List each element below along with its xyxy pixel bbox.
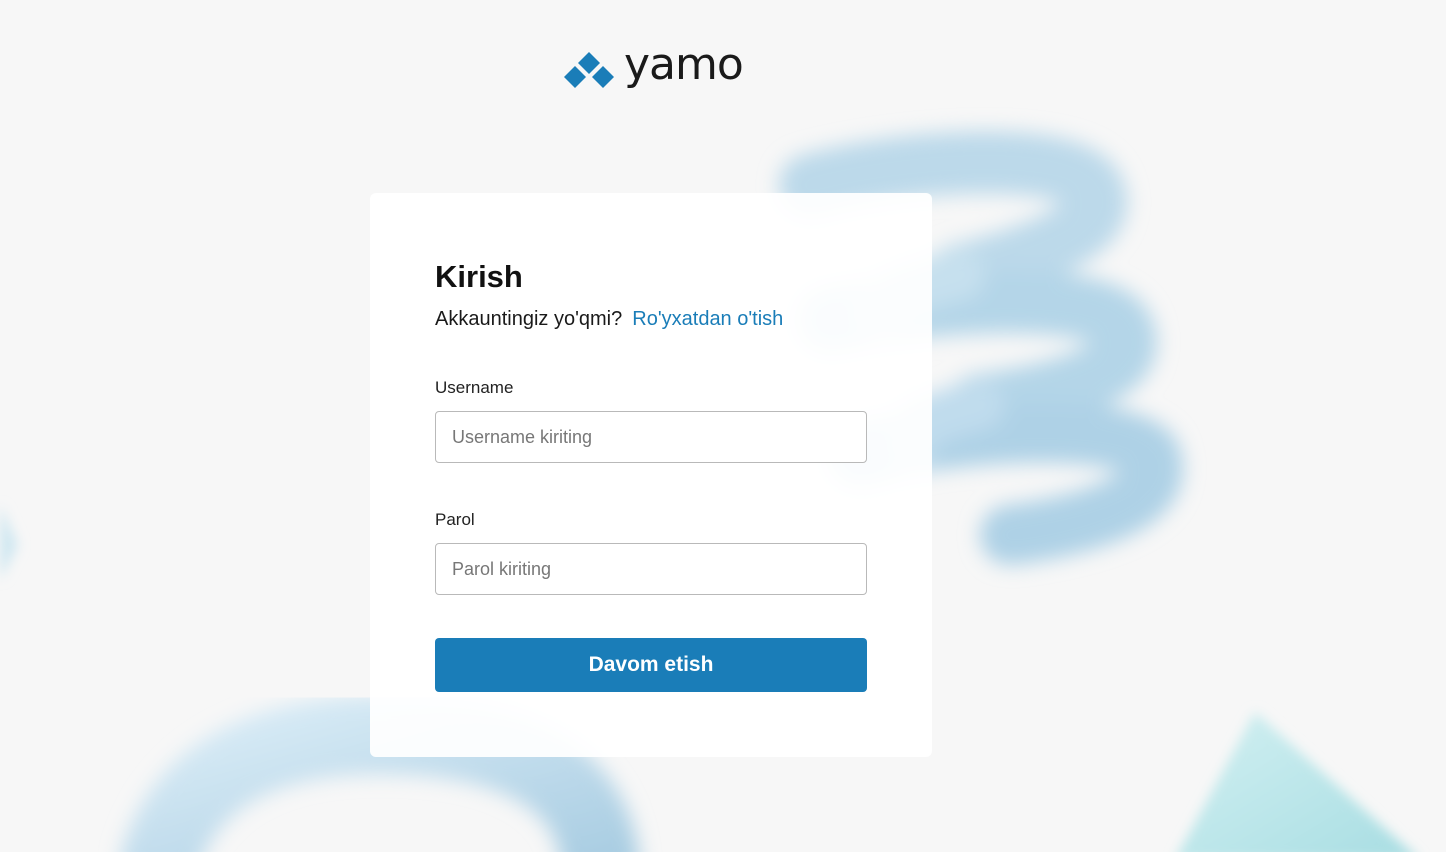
password-label: Parol [435,510,475,529]
page-title: Kirish [435,259,523,294]
register-prompt-row: Akkauntingiz yo'qmi? Ro'yxatdan o'tish [435,305,867,333]
brand-logo: yamo [562,39,744,94]
diamond-cluster-icon [564,52,614,88]
password-input[interactable] [435,543,867,595]
brand-name: yamo [624,39,744,90]
register-link[interactable]: Ro'yxatdan o'tish [632,308,783,330]
username-input[interactable] [435,411,867,463]
username-label: Username [435,378,514,397]
login-card: Kirish Akkauntingiz yo'qmi? Ro'yxatdan o'… [370,193,932,757]
register-prompt: Akkauntingiz yo'qmi? [435,308,623,330]
continue-button[interactable]: Davom etish [435,638,867,692]
